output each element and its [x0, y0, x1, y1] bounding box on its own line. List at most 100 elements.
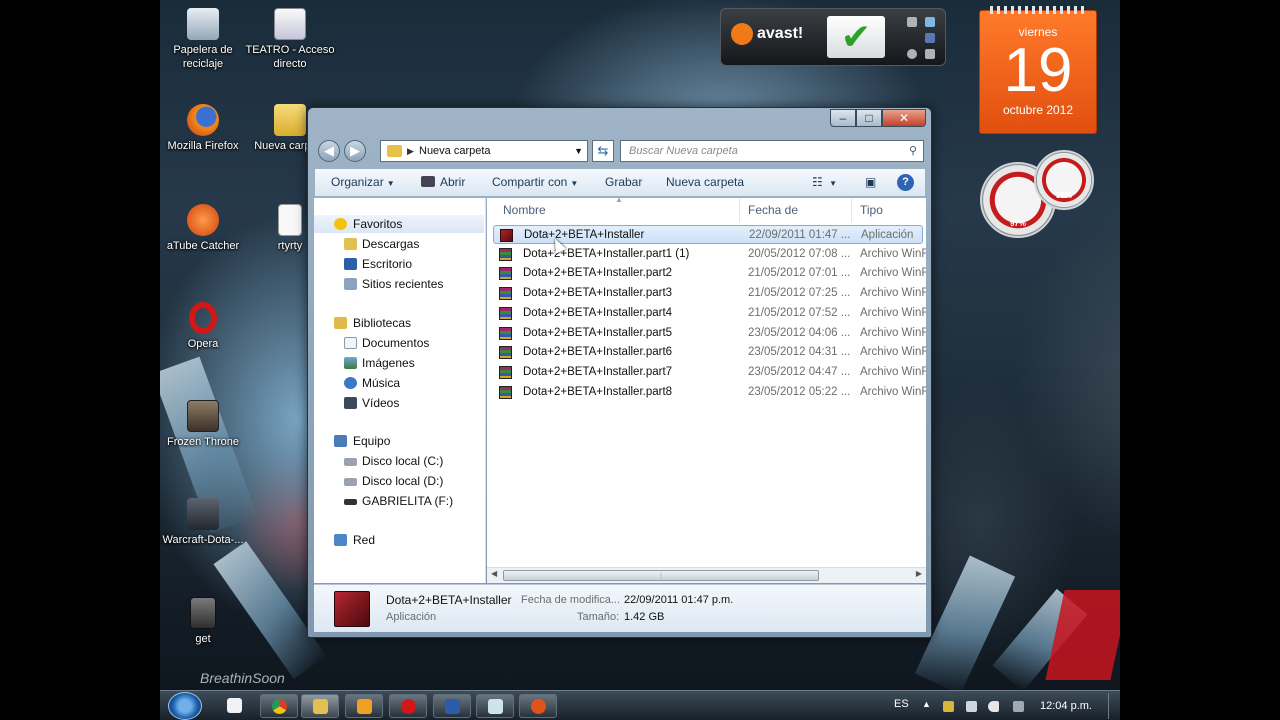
file-row[interactable]: Dota+2+BETA+Installer.part5 23/05/2012 04… [493, 324, 926, 343]
nav-usb-f[interactable]: GABRIELITA (F:) [314, 492, 484, 510]
desktop-icon-opera[interactable]: Opera [160, 302, 248, 351]
clock[interactable]: 12:04 p.m. [1040, 700, 1092, 712]
taskbar-app-word[interactable] [433, 694, 471, 718]
file-type: Archivo WinRAR [860, 247, 926, 260]
show-desktop-button[interactable] [1108, 693, 1118, 719]
protection-status-check-icon[interactable]: ✔ [827, 16, 885, 58]
language-indicator[interactable]: ES [894, 698, 909, 710]
horizontal-scrollbar[interactable]: ◀ ⦙ ▶ [487, 567, 926, 583]
avast-extra-icon[interactable] [925, 49, 935, 59]
nav-disk-c[interactable]: Disco local (C:) [314, 452, 484, 470]
forward-button[interactable]: ▶ [344, 140, 366, 162]
file-row[interactable]: Dota+2+BETA+Installer.part7 23/05/2012 04… [493, 363, 926, 382]
winrar-archive-icon [499, 326, 512, 340]
nav-favorites[interactable]: Favoritos [314, 215, 484, 233]
file-row[interactable]: Dota+2+BETA+Installer.part8 23/05/2012 05… [493, 383, 926, 402]
taskbar-app-opera[interactable] [389, 694, 427, 718]
window-title-bar[interactable]: – □ ✕ [308, 108, 931, 136]
nav-network[interactable]: Red [314, 531, 484, 549]
avast-gadget[interactable]: avast! ✔ [720, 8, 946, 66]
breadcrumb-current[interactable]: Nueva carpeta [419, 145, 491, 157]
view-options-icon[interactable]: ☷ ▼ [812, 175, 837, 189]
burn-button[interactable]: Grabar [605, 175, 642, 189]
scroll-right-icon[interactable]: ▶ [916, 569, 922, 578]
search-icon[interactable]: ⚲ [909, 141, 917, 161]
taskbar-app-media-player[interactable] [345, 694, 383, 718]
facebook-icon[interactable] [925, 33, 935, 43]
nav-documents[interactable]: Documentos [314, 334, 484, 352]
nav-computer[interactable]: Equipo [314, 432, 484, 450]
explorer-window[interactable]: – □ ✕ ◀ ▶ ▶ Nueva carpeta ▼ ⇆ Buscar Nue… [307, 107, 932, 638]
taskbar-app-chrome[interactable] [260, 694, 298, 718]
chevron-down-icon[interactable]: ▼ [574, 141, 583, 161]
new-folder-button[interactable]: Nueva carpeta [666, 175, 744, 189]
nav-music[interactable]: Música [314, 374, 484, 392]
file-row[interactable]: Dota+2+BETA+Installer.part3 21/05/2012 07… [493, 284, 926, 303]
taskbar-app-explorer[interactable] [301, 694, 339, 718]
share-button[interactable]: Compartir con ▼ [492, 175, 578, 189]
file-date: 21/05/2012 07:52 ... [748, 306, 851, 319]
details-size-value: 1.42 GB [624, 611, 665, 623]
twitter-icon[interactable] [925, 17, 935, 27]
desktop-icon-frozen-throne[interactable]: Frozen Throne [160, 400, 248, 449]
nav-images[interactable]: Imágenes [314, 354, 484, 372]
ram-meter-gauge[interactable]: 38% [1034, 150, 1094, 210]
open-button[interactable]: Abrir [421, 175, 465, 189]
taskbar-app-atube[interactable] [519, 694, 557, 718]
usb-status-icon[interactable] [1013, 701, 1024, 712]
avast-settings-icon[interactable] [907, 17, 917, 27]
volume-icon[interactable] [988, 701, 999, 712]
search-input[interactable]: Buscar Nueva carpeta ⚲ [620, 140, 924, 162]
file-list: Nombre Fecha de modifica... Tipo ▲ Dota+… [487, 198, 926, 583]
details-pane: Dota+2+BETA+Installer Aplicación Fecha d… [314, 584, 926, 632]
desktop-icon-atube[interactable]: aTube Catcher [160, 204, 248, 253]
desktop-icon [344, 258, 357, 270]
tray-app-icon[interactable] [943, 701, 954, 712]
scrollbar-thumb[interactable]: ⦙ [503, 570, 819, 581]
file-name: Dota+2+BETA+Installer.part3 [523, 287, 673, 300]
calendar-gadget[interactable]: viernes 19 octubre 2012 [979, 6, 1097, 134]
firefox-icon [187, 104, 219, 136]
address-bar[interactable]: ▶ Nueva carpeta ▼ [380, 140, 588, 162]
refresh-icon[interactable] [907, 49, 917, 59]
winrar-archive-icon [499, 365, 512, 379]
usb-drive-icon [344, 499, 357, 505]
scroll-left-icon[interactable]: ◀ [491, 569, 497, 578]
recent-places-icon [344, 278, 357, 290]
desktop-icon-firefox[interactable]: Mozilla Firefox [160, 104, 248, 153]
tray-expand-icon[interactable]: ▲ [922, 699, 931, 709]
file-date: 23/05/2012 05:22 ... [748, 385, 851, 398]
file-row[interactable]: Dota+2+BETA+Installer.part6 23/05/2012 04… [493, 343, 926, 362]
refresh-button[interactable]: ⇆ [592, 140, 614, 162]
back-button[interactable]: ◀ [318, 140, 340, 162]
nav-disk-d[interactable]: Disco local (D:) [314, 472, 484, 490]
column-header-type[interactable]: Tipo [852, 198, 926, 222]
desktop-icon-teatro[interactable]: TEATRO - Acceso directo [245, 8, 335, 71]
organize-button[interactable]: Organizar ▼ [331, 175, 395, 189]
desktop-icon-get[interactable]: get [160, 597, 248, 646]
nav-videos[interactable]: Vídeos [314, 394, 484, 412]
desktop-icon-warcraft-dota[interactable]: Warcraft-Dota-... [160, 498, 248, 547]
help-icon[interactable]: ? [897, 174, 914, 191]
downloads-folder-icon [344, 238, 357, 250]
nav-desktop[interactable]: Escritorio [314, 255, 484, 273]
maximize-button[interactable]: □ [856, 109, 882, 127]
file-row[interactable]: Dota+2+BETA+Installer.part4 21/05/2012 07… [493, 304, 926, 323]
minimize-button[interactable]: – [830, 109, 856, 127]
desktop-icon-recycle-bin[interactable]: Papelera de reciclaje [160, 8, 248, 71]
open-app-icon [421, 176, 435, 187]
hard-disk-icon [344, 458, 357, 466]
nav-libraries[interactable]: Bibliotecas [314, 314, 484, 332]
network-status-icon[interactable] [966, 701, 977, 712]
close-button[interactable]: ✕ [882, 109, 926, 127]
start-button[interactable] [168, 692, 202, 720]
taskbar-app-notepad[interactable] [216, 694, 254, 718]
preview-pane-icon[interactable]: ▣ [865, 175, 876, 189]
taskbar-app-window[interactable] [476, 694, 514, 718]
file-row[interactable]: Dota+2+BETA+Installer.part2 21/05/2012 07… [493, 264, 926, 283]
nav-recent-places[interactable]: Sitios recientes [314, 275, 484, 293]
column-header-date[interactable]: Fecha de modifica... [740, 198, 852, 241]
atube-catcher-icon [531, 699, 546, 714]
nav-downloads[interactable]: Descargas [314, 235, 484, 253]
breadcrumb-arrow-icon[interactable]: ▶ [407, 141, 414, 161]
